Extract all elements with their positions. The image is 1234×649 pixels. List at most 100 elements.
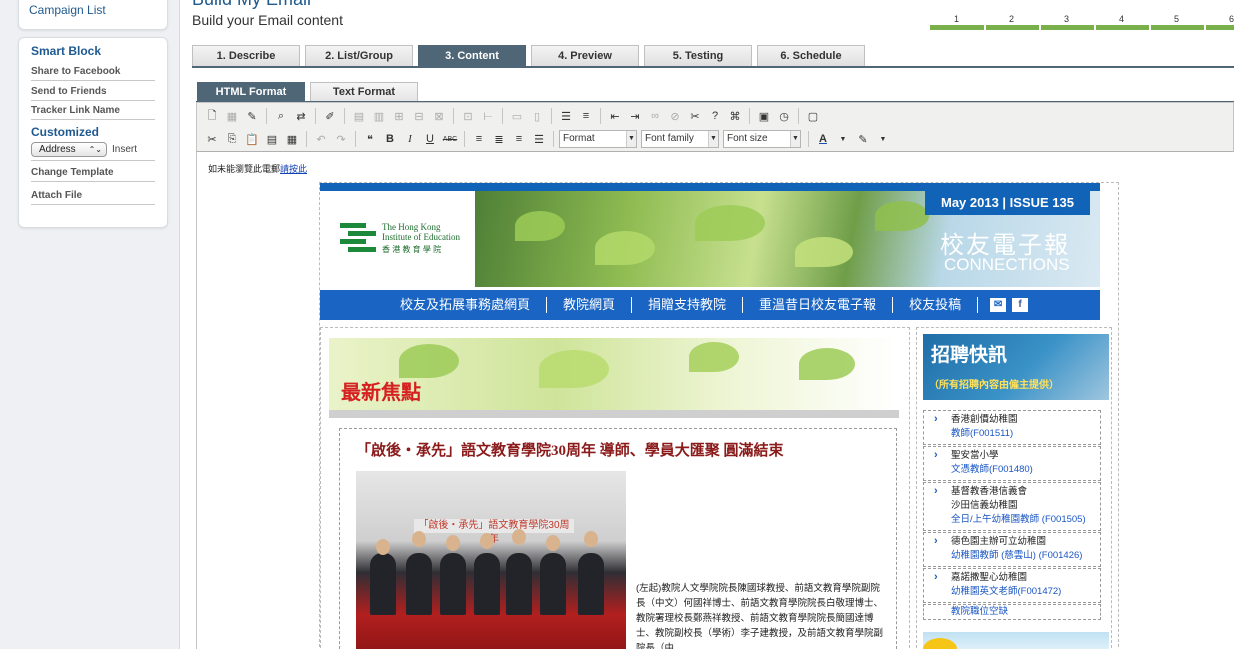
copy-icon[interactable]: ⎘ bbox=[223, 130, 241, 148]
undo-icon[interactable]: ↶ bbox=[312, 130, 330, 148]
align-center-icon[interactable]: ≣ bbox=[490, 130, 508, 148]
view-online-link[interactable]: 請按此 bbox=[280, 164, 307, 174]
help-icon[interactable]: ? bbox=[706, 107, 724, 125]
underline-icon[interactable]: U bbox=[421, 130, 439, 148]
change-template-link[interactable]: Change Template bbox=[31, 160, 155, 182]
article-title[interactable]: 「啟後・承先」語文教育學院30周年 導師、學員大匯聚 圓滿結束 bbox=[356, 439, 784, 460]
font-size-select[interactable]: Font size ▼ bbox=[723, 130, 801, 148]
font-family-select[interactable]: Font family ▼ bbox=[641, 130, 719, 148]
blockquote-icon[interactable]: ❝ bbox=[361, 130, 379, 148]
background-color-icon[interactable]: ✎ bbox=[854, 130, 872, 148]
insert-link[interactable]: Insert bbox=[112, 144, 137, 155]
tab-testing[interactable]: 5. Testing bbox=[644, 45, 752, 67]
style-icon[interactable]: ✎ bbox=[243, 107, 261, 125]
logo-chinese: 香 港 教 育 學 院 bbox=[382, 245, 442, 254]
share-facebook-link[interactable]: Share to Facebook bbox=[31, 66, 155, 81]
job-position-link[interactable]: 教師(F001511) bbox=[951, 427, 1098, 441]
paste-text-icon[interactable]: ▤ bbox=[263, 130, 281, 148]
cleanup-icon[interactable]: ✂ bbox=[686, 107, 704, 125]
nav-icons: ✉ f bbox=[990, 298, 1029, 312]
address-select[interactable]: Address ⌃⌄ bbox=[31, 142, 107, 157]
sun-icon bbox=[923, 638, 957, 649]
job-position-link[interactable]: 全日/上午幼稚園教師 (F001505) bbox=[951, 513, 1098, 527]
mail-icon[interactable]: ✉ bbox=[990, 298, 1007, 312]
split-cells-icon[interactable]: ⊢ bbox=[479, 107, 497, 125]
facebook-icon[interactable]: f bbox=[1012, 298, 1029, 312]
job-org: 嘉諾撒聖心幼稚園 bbox=[951, 572, 1028, 583]
indent-icon[interactable]: ⇥ bbox=[626, 107, 644, 125]
jobs-more-link[interactable]: 教院職位空缺 bbox=[923, 604, 1101, 620]
job-item[interactable]: › 香港創價幼稚園 教師(F001511) bbox=[923, 410, 1101, 445]
align-justify-icon[interactable]: ☰ bbox=[530, 130, 548, 148]
nav-contribute[interactable]: 校友投稿 bbox=[893, 297, 979, 313]
job-item[interactable]: › 嘉諾撒聖心幼稚園 幼稚園英文老師(F001472) bbox=[923, 568, 1101, 603]
strikethrough-icon[interactable]: ABC bbox=[441, 130, 459, 148]
nav-past-issues[interactable]: 重溫昔日校友電子報 bbox=[743, 297, 894, 313]
layer-icon[interactable]: ▭ bbox=[508, 107, 526, 125]
nav-donate[interactable]: 捐贈支持教院 bbox=[632, 297, 744, 313]
tab-describe[interactable]: 1. Describe bbox=[192, 45, 300, 67]
paste-word-icon[interactable]: ▦ bbox=[283, 130, 301, 148]
nav-alumni-affairs[interactable]: 校友及拓展事務處網頁 bbox=[384, 297, 548, 313]
tab-list-group[interactable]: 2. List/Group bbox=[305, 45, 413, 67]
background-color-arrow-icon[interactable]: ▼ bbox=[874, 130, 892, 148]
insert-time-icon[interactable]: ◷ bbox=[775, 107, 793, 125]
send-to-friends-link[interactable]: Send to Friends bbox=[31, 86, 155, 101]
notice-text: 如未能瀏覽此電郵 bbox=[208, 164, 281, 174]
tab-preview[interactable]: 4. Preview bbox=[531, 45, 639, 67]
numbered-list-icon[interactable]: ≡ bbox=[577, 107, 595, 125]
job-position-link[interactable]: 文憑教師(F001480) bbox=[951, 463, 1098, 477]
absolute-icon[interactable]: ▯ bbox=[528, 107, 546, 125]
main-content-block: 最新焦點 「啟後・承先」語文教育學院30周年 導師、學員大匯聚 圓滿結束 「啟後… bbox=[320, 327, 910, 649]
tab-schedule[interactable]: 6. Schedule bbox=[757, 45, 865, 67]
table-icon[interactable]: ▤ bbox=[350, 107, 368, 125]
tab-content[interactable]: 3. Content bbox=[418, 45, 526, 67]
align-right-icon[interactable]: ≡ bbox=[510, 130, 528, 148]
text-color-icon[interactable]: A bbox=[814, 130, 832, 148]
toolbar-separator bbox=[798, 108, 799, 124]
edit-source-icon[interactable]: ✐ bbox=[321, 107, 339, 125]
editor-canvas[interactable]: 如未能瀏覽此電郵請按此 The Hong Kong Institute of Ed… bbox=[196, 152, 1234, 649]
job-org: 香港創價幼稚園 bbox=[951, 414, 1018, 425]
outdent-icon[interactable]: ⇤ bbox=[606, 107, 624, 125]
html-icon[interactable]: ⌘ bbox=[726, 107, 744, 125]
table-props-icon[interactable]: ▥ bbox=[370, 107, 388, 125]
row-insert-icon[interactable]: ⊞ bbox=[390, 107, 408, 125]
format-select[interactable]: Format ▼ bbox=[559, 130, 637, 148]
job-item[interactable]: › 基督教香港信義會 沙田信義幼稚園 全日/上午幼稚園教師 (F001505) bbox=[923, 482, 1101, 531]
unlink-icon[interactable]: ⊘ bbox=[666, 107, 684, 125]
tracker-link-name-link[interactable]: Tracker Link Name bbox=[31, 105, 155, 120]
bullet-list-icon[interactable]: ☰ bbox=[557, 107, 575, 125]
job-position-link[interactable]: 幼稚園教師 (慈雲山) (F001426) bbox=[951, 549, 1098, 563]
text-color-arrow-icon[interactable]: ▼ bbox=[834, 130, 852, 148]
column-insert-icon[interactable]: ⊠ bbox=[430, 107, 448, 125]
align-left-icon[interactable]: ≡ bbox=[470, 130, 488, 148]
tab-html-format[interactable]: HTML Format bbox=[197, 82, 305, 102]
page-subtitle: Build your Email content bbox=[192, 12, 343, 28]
merge-cells-icon[interactable]: ⊡ bbox=[459, 107, 477, 125]
job-org: 基督教香港信義會 bbox=[951, 486, 1028, 497]
preview-icon[interactable]: ▢ bbox=[804, 107, 822, 125]
newsletter-banner: The Hong Kong Institute of Education 香 港 … bbox=[320, 183, 1100, 287]
bold-icon[interactable]: B bbox=[381, 130, 399, 148]
chevron-down-icon: ▼ bbox=[790, 131, 800, 147]
attach-file-link[interactable]: Attach File bbox=[31, 190, 155, 205]
nav-institute-site[interactable]: 教院網頁 bbox=[547, 297, 633, 313]
job-item[interactable]: › 聖安當小學 文憑教師(F001480) bbox=[923, 446, 1101, 481]
paste-icon[interactable]: 📋 bbox=[243, 130, 261, 148]
redo-icon[interactable]: ↷ bbox=[332, 130, 350, 148]
chevron-right-icon: › bbox=[934, 413, 938, 425]
italic-icon[interactable]: I bbox=[401, 130, 419, 148]
job-position-link[interactable]: 幼稚園英文老師(F001472) bbox=[951, 585, 1098, 599]
replace-icon[interactable]: ⇄ bbox=[292, 107, 310, 125]
job-item[interactable]: › 德色園主辦可立幼稚園 幼稚園教師 (慈雲山) (F001426) bbox=[923, 532, 1101, 567]
template-icon[interactable]: ▦ bbox=[223, 107, 241, 125]
campaign-list-link[interactable]: Campaign List bbox=[29, 3, 106, 17]
find-icon[interactable]: ⌕ bbox=[272, 107, 290, 125]
insert-date-icon[interactable]: ▣ bbox=[755, 107, 773, 125]
tab-text-format[interactable]: Text Format bbox=[310, 82, 418, 102]
row-delete-icon[interactable]: ⊟ bbox=[410, 107, 428, 125]
link-icon[interactable]: ∞ bbox=[646, 107, 664, 125]
cut-icon[interactable]: ✂ bbox=[203, 130, 221, 148]
new-document-icon[interactable]: 🗋 bbox=[203, 107, 221, 125]
